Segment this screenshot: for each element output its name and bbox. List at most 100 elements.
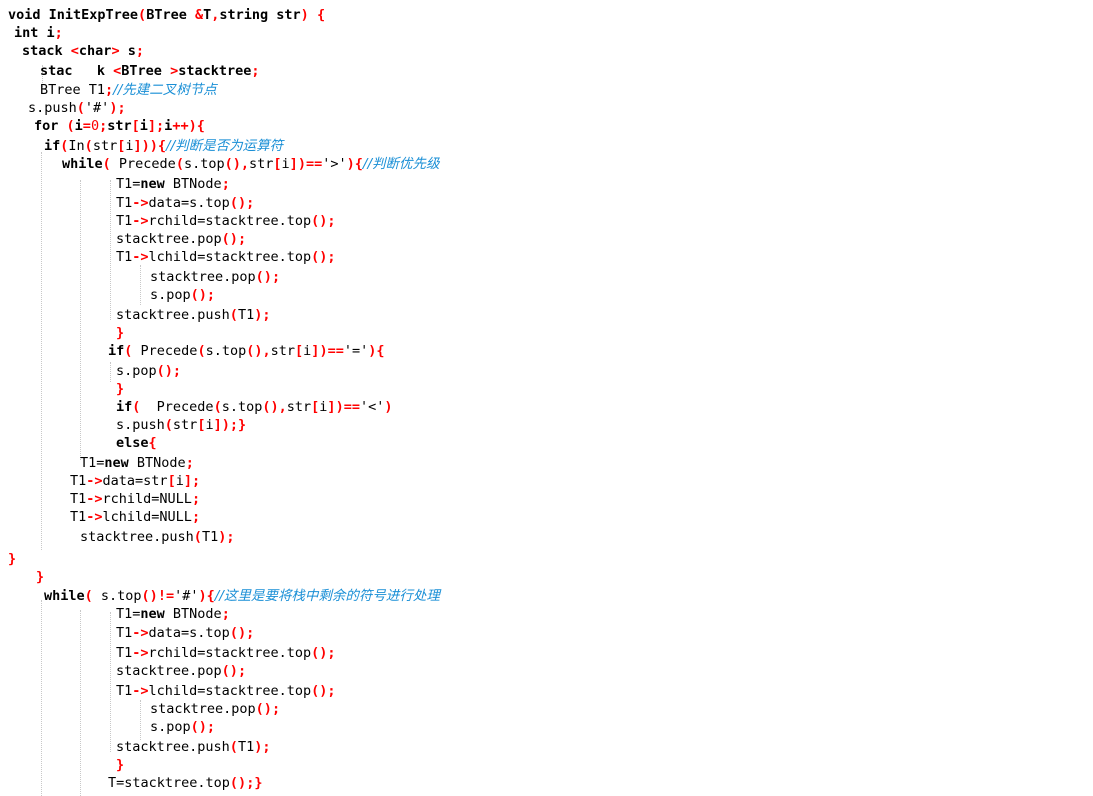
code-token: str xyxy=(172,417,198,433)
code-token: == xyxy=(305,156,323,172)
code-line: BTree T1;//先建二叉树节点 xyxy=(40,81,217,99)
code-token: T1 xyxy=(70,509,87,525)
code-token: -> xyxy=(86,491,103,507)
code-line: T1->data=s.top(); xyxy=(116,624,254,642)
code-token: i xyxy=(281,156,290,172)
code-token: i xyxy=(205,417,214,433)
code-token: ] xyxy=(289,156,298,172)
code-token: T1= xyxy=(116,176,141,192)
code-token: '<' xyxy=(359,399,385,415)
code-token: stacktree xyxy=(178,63,252,79)
indent-guide xyxy=(80,180,81,460)
code-comment: //这里是要将栈中剩余的符号进行处理 xyxy=(214,588,440,604)
code-token: ( xyxy=(193,529,202,545)
code-token: ; xyxy=(229,417,239,433)
code-token: [ xyxy=(167,473,176,489)
code-token: str xyxy=(249,156,274,172)
code-token: else xyxy=(116,435,149,451)
code-line: stacktree.push(T1); xyxy=(116,738,270,756)
code-token: i xyxy=(175,473,184,489)
code-token: ) xyxy=(221,417,230,433)
code-line: T1=new BTNode; xyxy=(116,605,230,623)
code-token: while xyxy=(44,588,85,604)
code-token: == xyxy=(343,399,360,415)
code-token: ) xyxy=(384,399,393,415)
code-editor[interactable]: void InitExpTree(BTree &T,string str) {i… xyxy=(0,0,1093,796)
code-line: else{ xyxy=(116,434,157,452)
code-token: new xyxy=(140,176,165,192)
code-line: T1->lchild=stacktree.top(); xyxy=(116,682,336,700)
code-token: ; xyxy=(271,269,281,285)
code-token: stacktree.push xyxy=(116,739,230,755)
code-token: ) xyxy=(346,156,355,172)
code-token: ( xyxy=(66,118,75,134)
code-token: ] xyxy=(327,399,336,415)
code-token: ( xyxy=(84,588,101,604)
code-comment: //先建二叉树节点 xyxy=(113,82,217,98)
code-token: T1 xyxy=(201,529,219,545)
code-token: '#' xyxy=(84,100,110,116)
indent-guide xyxy=(140,265,141,305)
code-line: s.push('#'); xyxy=(28,99,126,117)
code-token: () xyxy=(311,645,328,661)
code-token: void InitExpTree xyxy=(8,7,139,23)
indent-guide xyxy=(110,362,111,382)
code-token: Precede xyxy=(140,343,198,359)
code-token: -> xyxy=(86,473,103,489)
code-token: ( xyxy=(76,100,85,116)
code-line: stack <char> s; xyxy=(22,42,144,60)
code-token: ; xyxy=(117,100,126,116)
code-token: ) xyxy=(141,138,150,154)
code-line: } xyxy=(116,324,124,342)
code-token: ( xyxy=(132,399,157,415)
code-token: > xyxy=(170,63,179,79)
code-token: '=' xyxy=(343,343,369,359)
code-token: s.top xyxy=(183,156,225,172)
code-token: ; xyxy=(327,683,336,699)
code-line: while( Precede(s.top(),str[i])=='>'){//判… xyxy=(62,155,440,173)
code-token: rchild=stacktree.top xyxy=(148,645,312,661)
code-token: () xyxy=(229,625,247,641)
code-token: stacktree.push xyxy=(116,307,230,323)
code-token: () xyxy=(229,195,247,211)
code-line: stacktree.pop(); xyxy=(116,662,246,680)
code-token: ( xyxy=(229,307,238,323)
code-line: T1->data=str[i]; xyxy=(70,472,200,490)
code-token: s.top xyxy=(100,588,142,604)
code-token: lchild=stacktree.top xyxy=(148,683,312,699)
code-line: } xyxy=(116,380,124,398)
code-token: for xyxy=(34,118,67,134)
code-token: } xyxy=(116,325,125,341)
code-token: () xyxy=(156,363,173,379)
code-token: Precede xyxy=(118,156,176,172)
code-token: In xyxy=(68,138,85,154)
code-token: while xyxy=(62,156,103,172)
code-line: int i; xyxy=(14,24,63,42)
code-line: s.pop(); xyxy=(150,286,215,304)
code-token: -> xyxy=(86,509,103,525)
code-token: ) xyxy=(149,138,158,154)
code-token: s.push xyxy=(28,100,77,116)
code-token: & xyxy=(194,7,204,23)
code-token: T1= xyxy=(80,455,105,471)
code-token: } xyxy=(254,775,263,791)
code-token: data=s.top xyxy=(148,625,230,641)
code-line: stacktree.pop(); xyxy=(150,700,280,718)
code-token: char xyxy=(78,43,112,59)
code-token: ( xyxy=(164,417,173,433)
code-token: 0 xyxy=(90,118,100,134)
code-token: ; xyxy=(221,606,230,622)
code-token: ; xyxy=(226,529,235,545)
code-token: ( xyxy=(197,343,206,359)
code-token: lchild=NULL xyxy=(102,509,192,525)
code-token: { xyxy=(148,435,157,451)
code-token: ; xyxy=(246,625,255,641)
code-token: ; xyxy=(251,63,260,79)
code-token: '#' xyxy=(174,588,199,604)
code-token: () xyxy=(190,287,207,303)
code-token: { xyxy=(316,7,326,23)
code-token: { xyxy=(196,118,205,134)
code-token: , xyxy=(278,399,287,415)
code-token: ; xyxy=(105,82,114,98)
code-line: if( Precede(s.top(),str[i])=='='){ xyxy=(108,342,385,360)
